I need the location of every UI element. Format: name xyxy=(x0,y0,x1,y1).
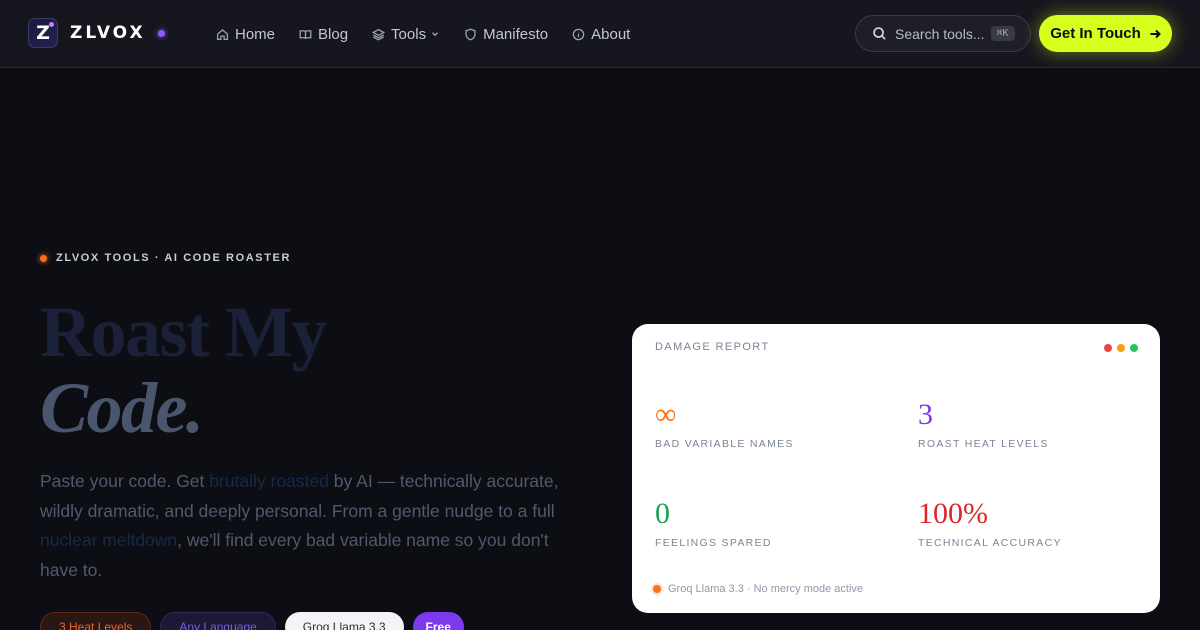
chip-free: Free xyxy=(412,612,464,630)
top-navbar: Z ZLVOX Home Blog Tools Manifesto About xyxy=(0,0,1200,68)
get-in-touch-button[interactable]: Get In Touch xyxy=(1039,15,1172,52)
desc-text-1: Paste your code. Get xyxy=(40,471,210,491)
book-icon xyxy=(299,29,312,39)
hero-title-line1: Roast My xyxy=(40,292,327,372)
brand-status-dot xyxy=(157,29,165,37)
status-dot-icon xyxy=(653,585,661,593)
shield-icon xyxy=(465,28,476,40)
primary-nav: Home Blog Tools Manifesto About xyxy=(216,0,654,68)
damage-report-card: DAMAGE REPORT ∞ BAD VARIABLE NAMES 3 ROA… xyxy=(632,324,1160,613)
nav-item-about[interactable]: About xyxy=(572,26,630,43)
stat-bad-variable-names: ∞ BAD VARIABLE NAMES xyxy=(655,398,794,451)
nav-item-label: Home xyxy=(235,25,276,43)
stat-technical-accuracy: 100% TECHNICAL ACCURACY xyxy=(918,497,1062,550)
card-title: DAMAGE REPORT xyxy=(655,341,770,353)
chip-any-language: Any Language xyxy=(160,612,276,630)
nav-item-label: About xyxy=(591,25,631,43)
card-footer: Groq Llama 3.3 · No mercy mode active xyxy=(653,583,863,595)
light-red-icon xyxy=(1104,344,1112,352)
light-green-icon xyxy=(1130,344,1138,352)
search-icon xyxy=(873,27,886,40)
logo-mark-icon: Z xyxy=(28,18,58,48)
stat-label: TECHNICAL ACCURACY xyxy=(918,537,1062,549)
eyebrow-dot xyxy=(40,254,47,262)
search-tools-button[interactable]: Search tools... ⌘K xyxy=(855,15,1031,52)
stat-label: BAD VARIABLE NAMES xyxy=(655,438,794,450)
stat-value: 0 xyxy=(655,497,670,530)
stat-value: ∞ xyxy=(655,398,677,431)
feature-chips: 3 Heat Levels Any Language Groq Llama 3.… xyxy=(40,612,464,630)
nav-item-label: Blog xyxy=(318,25,349,43)
nav-item-tools[interactable]: Tools xyxy=(372,26,440,43)
desc-highlight-brutally-roasted: brutally roasted xyxy=(209,471,329,491)
chip-model: Groq Llama 3.3 xyxy=(284,612,404,630)
brand-name: ZLVOX xyxy=(70,23,146,43)
hero-eyebrow: ZLVOX TOOLS · AI CODE ROASTER xyxy=(40,252,291,264)
stat-value: 100% xyxy=(918,497,988,530)
search-shortcut-badge: ⌘K xyxy=(990,26,1015,41)
info-icon xyxy=(572,28,585,40)
home-icon xyxy=(216,28,229,40)
hero-description: Paste your code. Get brutally roasted by… xyxy=(40,467,570,585)
search-placeholder: Search tools... xyxy=(895,25,985,42)
stat-roast-heat-levels: 3 ROAST HEAT LEVELS xyxy=(918,398,1049,451)
desc-highlight-nuclear-meltdown: nuclear meltdown xyxy=(40,530,178,550)
arrow-right-icon xyxy=(1150,29,1161,38)
logo-mark-dot xyxy=(49,22,54,27)
chip-heat-levels: 3 Heat Levels xyxy=(40,612,152,630)
card-footer-text: Groq Llama 3.3 · No mercy mode active xyxy=(668,583,864,595)
nav-item-label: Tools xyxy=(391,25,427,43)
light-yellow-icon xyxy=(1117,344,1125,352)
chevron-down-icon xyxy=(432,32,439,37)
cta-label: Get In Touch xyxy=(1050,25,1141,42)
stat-feelings-spared: 0 FEELINGS SPARED xyxy=(655,497,772,550)
nav-item-manifesto[interactable]: Manifesto xyxy=(464,26,548,43)
stat-label: FEELINGS SPARED xyxy=(655,537,772,549)
stat-label: ROAST HEAT LEVELS xyxy=(918,438,1049,450)
brand-logo[interactable]: Z ZLVOX xyxy=(28,18,165,48)
hero-title-line2: Code. xyxy=(40,368,204,448)
logo-mark-letter: Z xyxy=(36,21,50,44)
nav-item-home[interactable]: Home xyxy=(216,26,275,43)
window-lights xyxy=(1104,344,1138,352)
layers-icon xyxy=(372,28,386,41)
eyebrow-text: ZLVOX TOOLS · AI CODE ROASTER xyxy=(56,252,292,264)
nav-item-blog[interactable]: Blog xyxy=(299,26,348,43)
nav-item-label: Manifesto xyxy=(483,25,549,43)
stat-value: 3 xyxy=(918,398,933,431)
